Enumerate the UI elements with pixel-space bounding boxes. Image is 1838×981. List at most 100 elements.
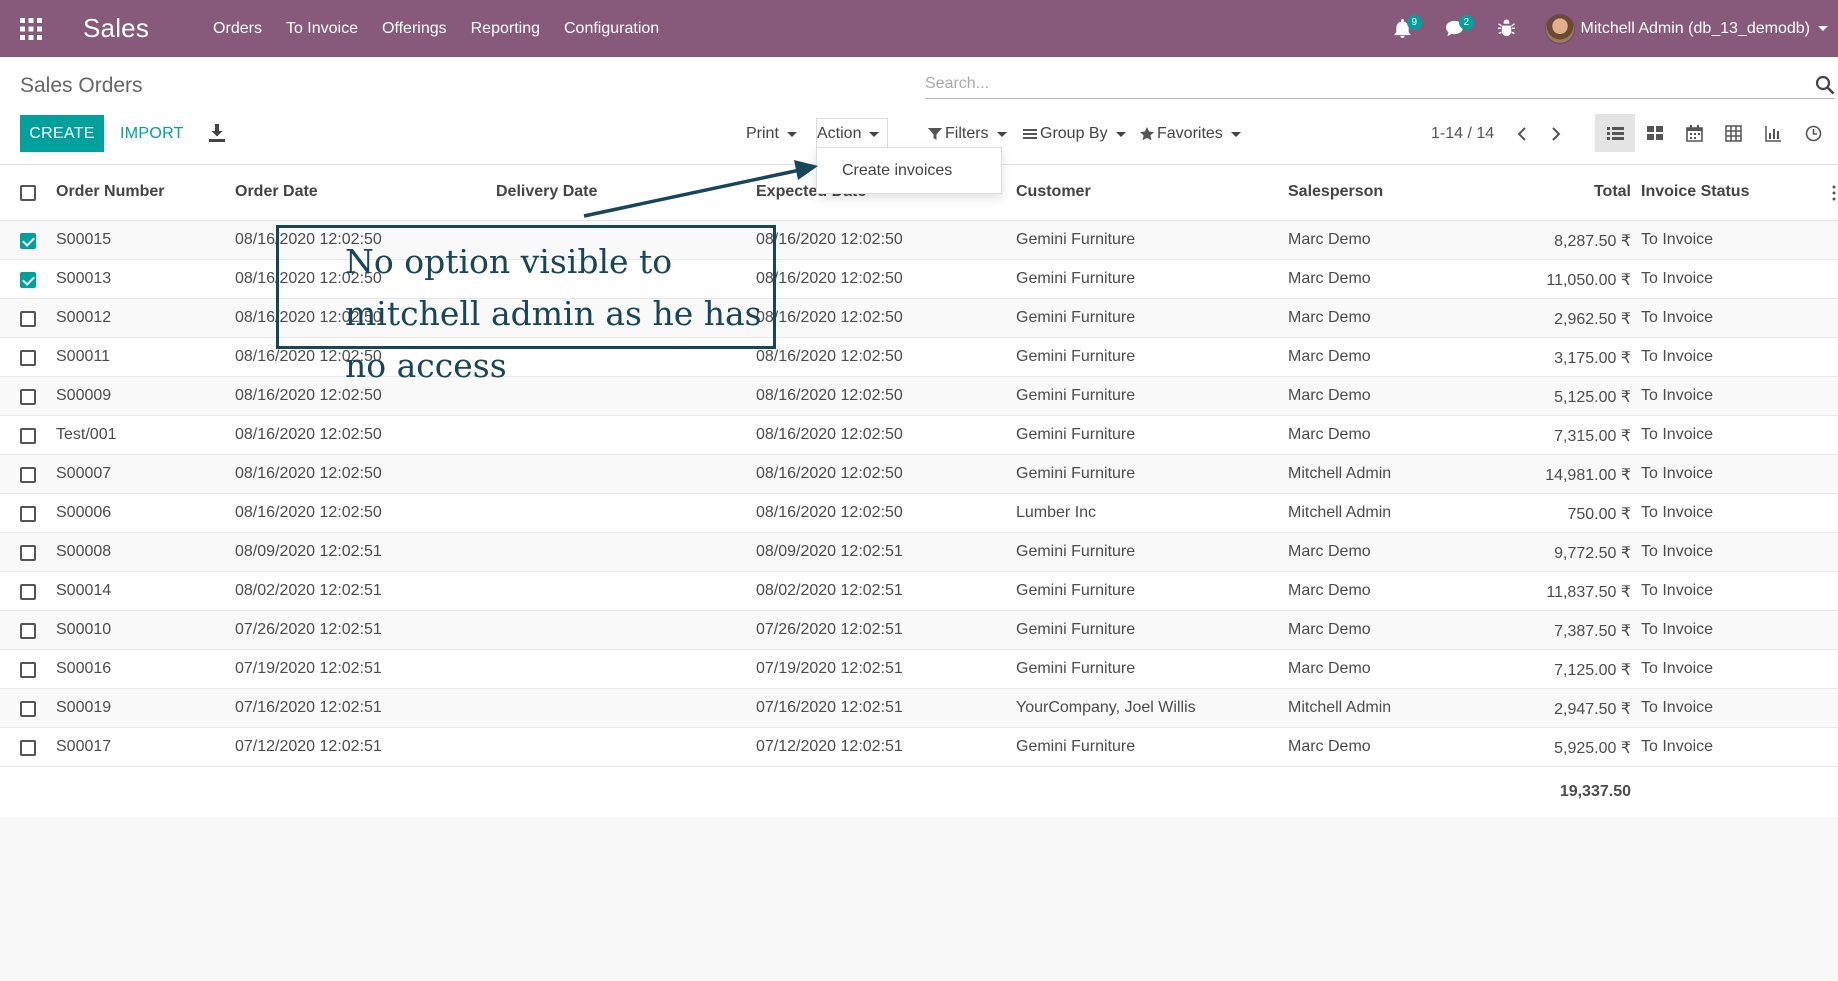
debug-button[interactable]	[1481, 0, 1533, 57]
column-customer[interactable]: Customer	[1016, 183, 1091, 201]
cell-total: 750.00 ₹	[1567, 506, 1631, 523]
menu-reporting[interactable]: Reporting	[459, 0, 552, 57]
kanban-view-button[interactable]	[1635, 114, 1675, 152]
cell-total: 14,981.00 ₹	[1545, 467, 1631, 484]
table-row[interactable]: S00007 08/16/2020 12:02:50 08/16/2020 12:0…	[0, 455, 1838, 494]
page-title: Sales Orders	[20, 74, 143, 97]
table-row[interactable]: S00017 07/12/2020 12:02:51 07/12/2020 12:0…	[0, 728, 1838, 767]
cell-invoice-status: To Invoice	[1641, 309, 1714, 326]
annotation-text: No option visible to mitchell admin as h…	[345, 242, 762, 385]
create-invoices-menu-item[interactable]: Create invoices	[842, 162, 952, 180]
pivot-view-button[interactable]	[1713, 114, 1753, 152]
row-checkbox[interactable]	[20, 428, 36, 444]
list-view-button[interactable]	[1595, 114, 1635, 152]
row-checkbox[interactable]	[20, 662, 36, 678]
cell-order-date: 08/16/2020 12:02:50	[235, 426, 382, 443]
activity-view-button[interactable]	[1793, 114, 1833, 152]
cell-order-number: S00012	[56, 309, 112, 326]
table-row[interactable]: S00014 08/02/2020 12:02:51 08/02/2020 12:0…	[0, 572, 1838, 611]
cell-order-date: 07/19/2020 12:02:51	[235, 660, 382, 677]
graph-view-button[interactable]	[1753, 114, 1793, 152]
table-row[interactable]: S00009 08/16/2020 12:02:50 08/16/2020 12:0…	[0, 377, 1838, 416]
column-order-date[interactable]: Order Date	[235, 183, 318, 201]
pager-next-button[interactable]	[1545, 123, 1567, 145]
table-row[interactable]: Test/001 08/16/2020 12:02:50 08/16/2020 12…	[0, 416, 1838, 455]
cell-customer: Gemini Furniture	[1016, 582, 1136, 599]
cell-invoice-status: To Invoice	[1641, 738, 1714, 755]
cell-order-number: S00009	[56, 387, 112, 404]
select-all-checkbox[interactable]	[20, 185, 36, 201]
calendar-view-button[interactable]	[1674, 114, 1714, 152]
row-checkbox[interactable]	[20, 506, 36, 522]
search-input[interactable]	[925, 71, 1795, 97]
cell-expected-date: 08/16/2020 12:02:50	[756, 426, 903, 443]
pager-value[interactable]: 1-14 / 14	[1431, 119, 1494, 149]
group-by-button[interactable]: Group By	[1023, 119, 1126, 149]
cell-salesperson: Marc Demo	[1288, 387, 1371, 404]
cell-salesperson: Marc Demo	[1288, 426, 1371, 443]
column-total[interactable]: Total	[1594, 183, 1631, 201]
cell-customer: Gemini Furniture	[1016, 738, 1136, 755]
menu-to-invoice[interactable]: To Invoice	[274, 0, 370, 57]
row-checkbox[interactable]	[20, 350, 36, 366]
messages-button[interactable]: 2	[1429, 0, 1481, 57]
cell-total: 11,837.50 ₹	[1546, 584, 1631, 601]
row-checkbox[interactable]	[20, 467, 36, 483]
chevron-down-icon	[1115, 131, 1126, 137]
row-checkbox[interactable]	[20, 272, 36, 288]
cell-invoice-status: To Invoice	[1641, 504, 1714, 521]
row-checkbox[interactable]	[20, 389, 36, 405]
cell-expected-date: 07/12/2020 12:02:51	[756, 738, 903, 755]
row-checkbox[interactable]	[20, 311, 36, 327]
cell-salesperson: Mitchell Admin	[1288, 504, 1392, 521]
cell-invoice-status: To Invoice	[1641, 660, 1714, 677]
cell-salesperson: Mitchell Admin	[1288, 699, 1392, 716]
cell-invoice-status: To Invoice	[1641, 348, 1714, 365]
cell-salesperson: Marc Demo	[1288, 309, 1371, 326]
clock-icon	[1805, 125, 1821, 141]
cell-invoice-status: To Invoice	[1641, 543, 1714, 560]
column-order-number[interactable]: Order Number	[56, 183, 164, 201]
menu-orders[interactable]: Orders	[201, 0, 274, 57]
bar-chart-icon	[1764, 125, 1781, 142]
table-row[interactable]: S00010 07/26/2020 12:02:51 07/26/2020 12:0…	[0, 611, 1838, 650]
filters-button[interactable]: Filters	[928, 119, 1007, 149]
table-row[interactable]: S00008 08/09/2020 12:02:51 08/09/2020 12:0…	[0, 533, 1838, 572]
import-button[interactable]: IMPORT	[120, 115, 184, 152]
favorites-button[interactable]: Favorites	[1140, 119, 1241, 149]
menu-configuration[interactable]: Configuration	[552, 0, 671, 57]
cell-total: 7,315.00 ₹	[1554, 428, 1631, 445]
row-checkbox[interactable]	[20, 584, 36, 600]
top-navbar: Sales Orders To Invoice Offerings Report…	[0, 0, 1838, 57]
apps-menu-icon[interactable]	[0, 0, 62, 57]
cell-expected-date: 07/19/2020 12:02:51	[756, 660, 903, 677]
table-row[interactable]: S00019 07/16/2020 12:02:51 07/16/2020 12:0…	[0, 689, 1838, 728]
menu-offerings[interactable]: Offerings	[370, 0, 459, 57]
search-icon[interactable]	[1815, 75, 1835, 95]
user-menu[interactable]: Mitchell Admin (db_13_demodb)	[1533, 0, 1838, 57]
row-checkbox[interactable]	[20, 233, 36, 249]
download-icon[interactable]	[208, 123, 226, 143]
print-dropdown-button[interactable]: Print	[746, 119, 797, 149]
pager-previous-button[interactable]	[1511, 123, 1533, 145]
row-checkbox[interactable]	[20, 623, 36, 639]
column-salesperson[interactable]: Salesperson	[1288, 183, 1383, 201]
table-row[interactable]: S00006 08/16/2020 12:02:50 08/16/2020 12:0…	[0, 494, 1838, 533]
total-sum: 19,337.50	[1559, 783, 1631, 800]
action-label: Action	[817, 125, 862, 142]
column-delivery-date[interactable]: Delivery Date	[496, 183, 597, 201]
app-name[interactable]: Sales	[83, 13, 149, 44]
column-invoice-status[interactable]: Invoice Status	[1641, 183, 1749, 201]
cell-total: 2,962.50 ₹	[1554, 311, 1631, 328]
table-row[interactable]: S00016 07/19/2020 12:02:51 07/19/2020 12:0…	[0, 650, 1838, 689]
cell-salesperson: Marc Demo	[1288, 231, 1371, 248]
activities-bell-button[interactable]: 9	[1377, 0, 1429, 57]
row-checkbox[interactable]	[20, 740, 36, 756]
row-checkbox[interactable]	[20, 701, 36, 717]
row-checkbox[interactable]	[20, 545, 36, 561]
cell-customer: Gemini Furniture	[1016, 660, 1136, 677]
create-button[interactable]: CREATE	[20, 115, 104, 152]
action-dropdown-button[interactable]: Action	[816, 118, 889, 149]
cell-salesperson: Marc Demo	[1288, 270, 1371, 287]
column-toggle-icon[interactable]	[1830, 183, 1838, 203]
